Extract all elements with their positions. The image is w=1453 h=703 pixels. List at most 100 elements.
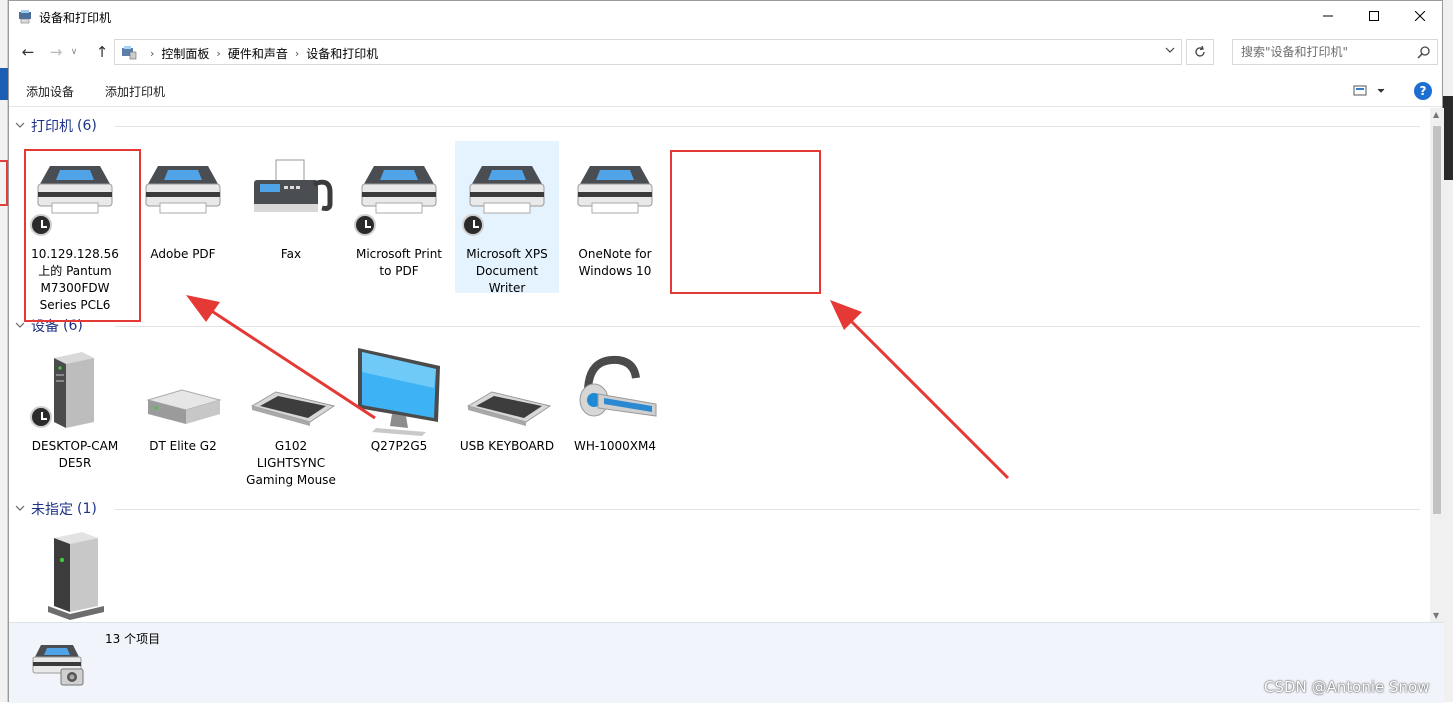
group-header-devices[interactable]: 设备 (6)	[15, 315, 1420, 337]
keyboard-icon	[250, 391, 336, 426]
group-label: 打印机	[31, 119, 73, 135]
add-device-button[interactable]: 添加设备	[26, 83, 74, 100]
close-button[interactable]	[1397, 1, 1443, 31]
background-window-left	[0, 0, 8, 702]
device-name: DT Elite G2	[149, 439, 217, 453]
device-tile-dt-elite[interactable]: DT Elite G2	[131, 348, 235, 455]
minimize-button[interactable]	[1305, 1, 1351, 31]
refresh-button[interactable]	[1186, 39, 1214, 65]
printer-icon	[145, 166, 221, 214]
default-printer-clock-badge	[354, 214, 376, 236]
breadcrumb-control-panel[interactable]: 控制面板	[161, 45, 209, 62]
device-name: Microsoft XPS Document Writer	[466, 247, 548, 295]
device-tile-g102-mouse[interactable]: G102 LIGHTSYNC Gaming Mouse	[239, 348, 343, 489]
details-pane: 13 个项目	[9, 622, 1444, 703]
collapse-chevron-icon[interactable]	[15, 120, 29, 133]
device-tile-onenote[interactable]: OneNote for Windows 10	[563, 156, 667, 280]
search-input[interactable]	[1233, 40, 1413, 64]
background-window-right	[1443, 0, 1453, 702]
device-tile-unspecified[interactable]	[23, 530, 127, 620]
breadcrumb-separator[interactable]: ›	[216, 47, 220, 60]
group-divider	[115, 509, 1420, 510]
device-tile-q27p2g5-monitor[interactable]: Q27P2G5	[347, 348, 451, 455]
device-name: Adobe PDF	[150, 247, 216, 261]
close-icon	[1415, 11, 1425, 21]
device-name: 10.129.128.56 上的 Pantum M7300FDW Series …	[31, 247, 119, 312]
group-header-unspecified[interactable]: 未指定 (1)	[15, 498, 1420, 520]
collapse-chevron-icon[interactable]	[15, 503, 29, 516]
command-bar: 添加设备 添加打印机 ?	[9, 75, 1442, 107]
back-arrow-icon: ←	[21, 43, 35, 61]
minimize-icon	[1323, 15, 1333, 17]
headset-icon	[579, 355, 657, 417]
device-tile-ms-print-to-pdf[interactable]: Microsoft Print to PDF	[347, 156, 451, 280]
watermark: CSDN @Antonie Snow	[1264, 678, 1430, 696]
add-printer-button[interactable]: 添加打印机	[105, 83, 165, 100]
vertical-scrollbar[interactable]: ▲ ▼	[1430, 108, 1444, 622]
device-tile-pantum-printer[interactable]: 10.129.128.56 上的 Pantum M7300FDW Series …	[23, 156, 127, 314]
monitor-icon	[358, 348, 440, 436]
help-button[interactable]: ?	[1414, 82, 1432, 100]
group-label: 设备	[31, 319, 59, 335]
device-tile-wh1000xm4[interactable]: WH-1000XM4	[563, 348, 667, 455]
breadcrumb-hardware-sound[interactable]: 硬件和声音	[228, 45, 288, 62]
item-count: 13 个项目	[105, 632, 161, 646]
collapse-chevron-icon[interactable]	[15, 320, 29, 333]
devices-printers-app-icon	[19, 10, 31, 24]
device-tile-desktop[interactable]: DESKTOP-CAM DE5R	[23, 348, 127, 472]
devices-view: 打印机 (6) 10.129.128.56 上的 Pantum M7300FDW…	[9, 108, 1429, 622]
back-button[interactable]: ←	[17, 41, 39, 63]
maximize-icon	[1369, 11, 1379, 21]
background-accent	[0, 68, 8, 100]
window-title: 设备和打印机	[39, 11, 112, 25]
keyboard-icon	[466, 391, 552, 426]
title-bar[interactable]: 设备和打印机	[9, 1, 1442, 33]
control-panel-icon	[122, 46, 137, 60]
search-icon[interactable]	[1417, 45, 1431, 59]
scroll-up-icon[interactable]: ▲	[1433, 110, 1439, 119]
forward-arrow-icon: →	[49, 43, 63, 61]
device-tile-fax[interactable]: Fax	[239, 156, 343, 263]
device-name: USB KEYBOARD	[459, 439, 555, 453]
group-count: (6)	[77, 118, 97, 134]
group-divider	[115, 126, 1420, 127]
device-name: OneNote for Windows 10	[578, 247, 652, 278]
fax-icon	[254, 159, 333, 212]
device-tile-adobe-pdf[interactable]: Adobe PDF	[131, 156, 235, 263]
maximize-button[interactable]	[1351, 1, 1397, 31]
group-header-printers[interactable]: 打印机 (6)	[15, 115, 1420, 137]
chevron-down-icon: ∨	[70, 47, 78, 57]
search-box[interactable]	[1232, 39, 1438, 65]
breadcrumb-devices-printers[interactable]: 设备和打印机	[306, 45, 378, 62]
devices-printers-icon	[32, 645, 84, 686]
change-view-icon[interactable]	[1352, 83, 1388, 99]
device-name: G102 LIGHTSYNC Gaming Mouse	[246, 439, 336, 487]
group-divider	[115, 326, 1420, 327]
device-tile-usb-keyboard[interactable]: USB KEYBOARD	[455, 348, 559, 455]
group-count: (1)	[77, 501, 97, 517]
breadcrumb-separator[interactable]: ›	[295, 47, 299, 60]
scroll-down-icon[interactable]: ▼	[1433, 611, 1439, 620]
device-name: Q27P2G5	[370, 439, 428, 453]
recent-locations-button[interactable]: ∨	[67, 41, 81, 63]
device-name: WH-1000XM4	[574, 439, 656, 453]
device-tile-ms-xps-writer[interactable]: Microsoft XPS Document Writer	[455, 141, 559, 295]
breadcrumb-separator: ›	[150, 47, 155, 60]
refresh-icon	[1195, 45, 1205, 57]
scroll-thumb[interactable]	[1433, 126, 1441, 514]
address-history-chevron-icon[interactable]	[1165, 45, 1175, 58]
devices-and-printers-window: 设备和打印机 ← → ∨ ↑ › 控制面板 › 硬件和声音 › 设备和打印机 搜…	[8, 0, 1444, 703]
printer-icon	[577, 166, 653, 214]
group-label: 未指定	[31, 502, 73, 518]
background-dark-panel	[1443, 96, 1453, 180]
usb-drive-icon	[146, 389, 222, 424]
default-device-clock-badge	[30, 406, 52, 428]
address-bar[interactable]: › 控制面板 › 硬件和声音 › 设备和打印机	[114, 39, 1182, 65]
up-arrow-icon: ↑	[95, 43, 109, 61]
device-name: DESKTOP-CAM DE5R	[31, 439, 119, 470]
group-count: (6)	[63, 318, 83, 334]
forward-button[interactable]: →	[45, 41, 67, 63]
breadcrumb: › 控制面板 › 硬件和声音 › 设备和打印机	[143, 45, 378, 62]
background-annotation-mark	[0, 160, 8, 206]
up-button[interactable]: ↑	[91, 41, 113, 63]
